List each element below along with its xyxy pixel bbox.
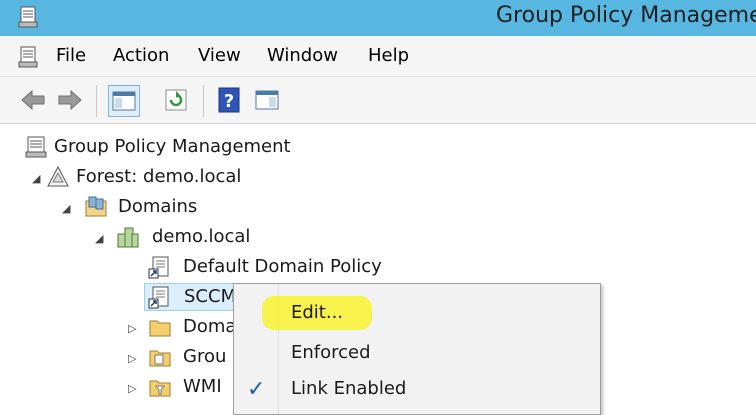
forward-icon[interactable] [55,85,85,115]
menu-window[interactable]: Window [267,45,338,66]
menu-help[interactable]: Help [368,45,409,66]
tree-label: Doma [183,316,237,337]
tree-label: Forest: demo.local [76,166,242,187]
wmi-folder-icon [149,380,171,397]
back-icon[interactable] [18,85,48,115]
collapse-arrow-icon[interactable]: ◢ [62,202,70,215]
tree-label: Default Domain Policy [183,256,382,277]
gpo-link-icon [148,286,169,309]
toolbar-separator [96,85,97,117]
domains-icon [85,196,107,217]
check-icon: ✓ [247,377,266,402]
tree-node-group-policy-objects[interactable]: Grou [148,344,238,370]
tree-label: Grou [183,346,227,367]
tree-label: Group Policy Management [54,136,291,157]
tree-label: WMI [183,376,222,397]
menu-view[interactable]: View [198,45,241,66]
gpmc-app-icon [18,6,38,28]
menu-bar: File Action View Window Help [0,36,756,77]
tree-node-demo-local[interactable]: demo.local [116,224,266,250]
svg-text:?: ? [224,91,234,112]
system-menu-icon[interactable] [18,46,38,68]
toolbar-separator [203,85,204,117]
menu-item-link-enabled[interactable]: Link Enabled [291,378,406,399]
domain-icon [117,227,139,248]
help-icon[interactable]: ? [214,85,244,115]
window-titlebar[interactable]: Group Policy Manageme [0,0,756,36]
menu-file[interactable]: File [56,45,86,66]
menu-item-edit[interactable]: Edit... [291,302,343,323]
ou-folder-icon [149,320,171,337]
toolbar: ? [0,77,756,124]
tree-label: Domains [118,196,198,217]
menu-action[interactable]: Action [113,45,169,66]
menu-item-enforced[interactable]: Enforced [291,342,371,363]
collapse-arrow-icon[interactable]: ◢ [32,172,40,185]
expand-arrow-icon[interactable]: ▷ [128,382,136,395]
tree-node-domain-controllers[interactable]: Doma [148,314,238,340]
properties-icon[interactable] [252,85,282,115]
window-title: Group Policy Manageme [496,3,756,28]
gpm-root-icon [25,136,47,158]
show-hide-tree-icon[interactable] [108,85,140,117]
tree-node-forest[interactable]: Forest: demo.local [46,164,286,190]
forest-icon [47,165,69,187]
gpo-link-icon [148,256,169,279]
tree-node-domains[interactable]: Domains [84,194,234,220]
refresh-icon[interactable] [161,85,191,115]
expand-arrow-icon[interactable]: ▷ [128,322,136,335]
expand-arrow-icon[interactable]: ▷ [128,352,136,365]
gpo-folder-icon [149,350,171,367]
collapse-arrow-icon[interactable]: ◢ [95,232,103,245]
tree-node-default-domain-policy[interactable]: Default Domain Policy [148,254,408,280]
tree-node-wmi-filters[interactable]: WMI [148,374,238,400]
tree-label: demo.local [152,226,251,247]
tree-node-gpm-root[interactable]: Group Policy Management [24,134,324,160]
